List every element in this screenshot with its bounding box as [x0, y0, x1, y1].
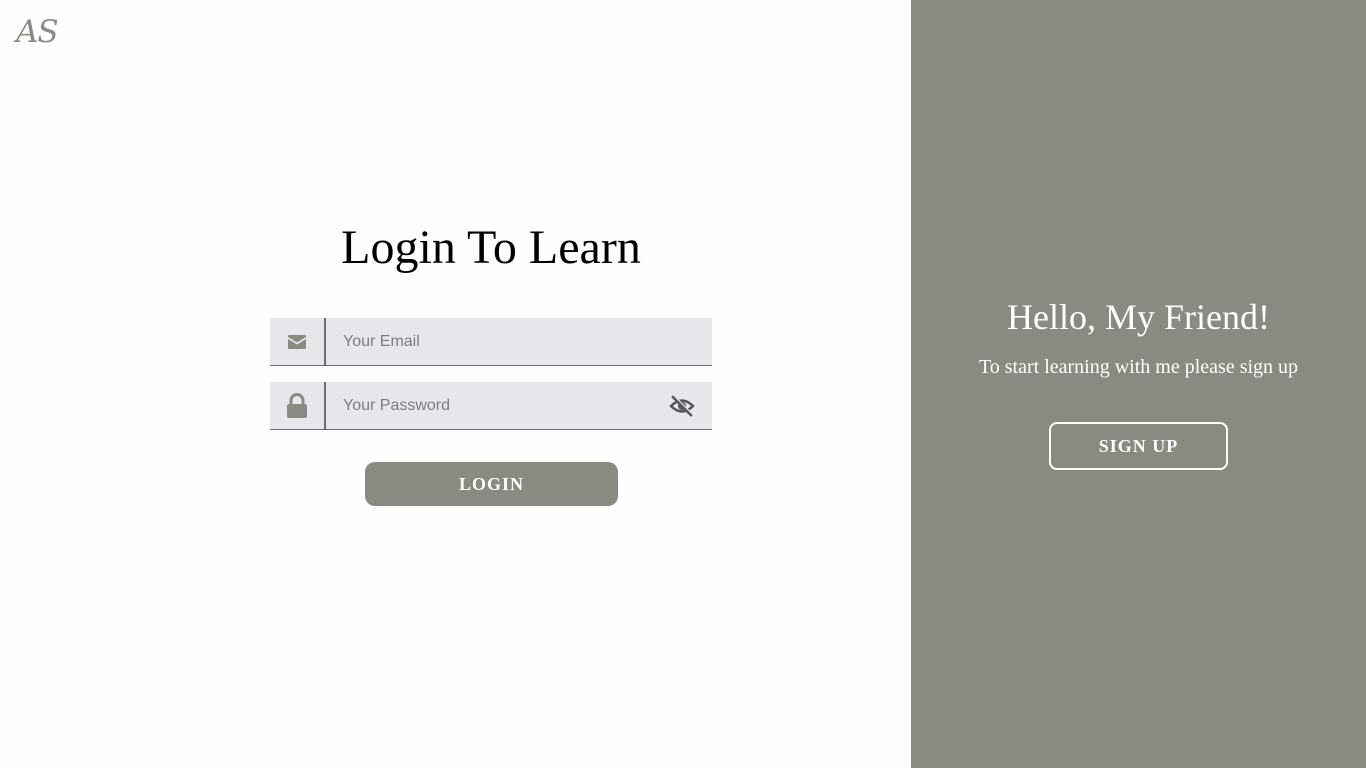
page-title: Login To Learn: [341, 221, 641, 274]
email-input[interactable]: [326, 318, 712, 365]
eye-slash-icon[interactable]: [652, 382, 712, 429]
signup-panel: Hello, My Friend! To start learning with…: [911, 0, 1366, 768]
logo: AS: [16, 14, 59, 50]
password-field-group: [270, 382, 712, 430]
lock-icon: [270, 382, 326, 429]
signup-button[interactable]: SIGN UP: [1049, 422, 1228, 470]
password-input[interactable]: [326, 382, 652, 429]
envelope-icon: [270, 318, 326, 365]
login-button[interactable]: LOGIN: [365, 462, 618, 506]
login-pane: AS Login To Learn LOGIN: [0, 0, 911, 768]
signup-heading: Hello, My Friend!: [1007, 297, 1270, 337]
signup-subtext: To start learning with me please sign up: [978, 356, 1299, 378]
email-field-group: [270, 318, 712, 366]
